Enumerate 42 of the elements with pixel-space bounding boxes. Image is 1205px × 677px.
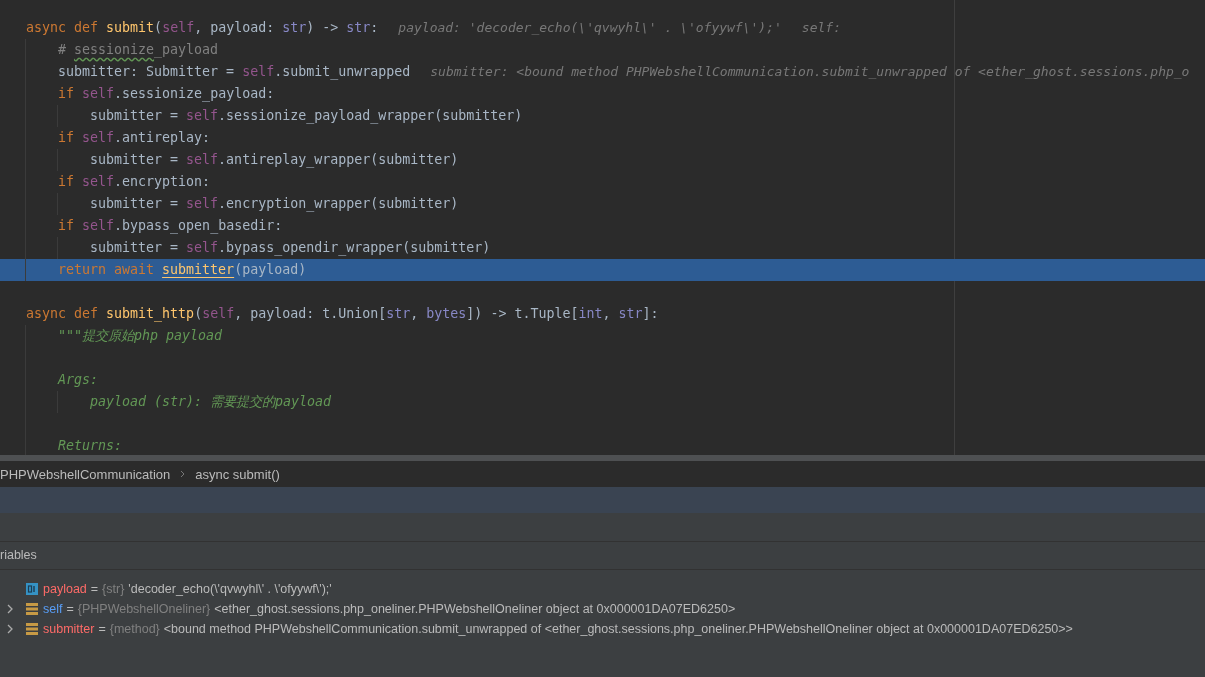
code-line: submitter = self.bypass_opendir_wrapper(submitter)	[90, 239, 491, 258]
code-line: async def submit_http(self, payload: t.Union[str, bytes]) -> t.Tuple[int, str]:	[26, 305, 659, 324]
variable-name: payload	[43, 582, 87, 596]
variable-value: <ether_ghost.sessions.php_oneliner.PHPWebshellOneliner object at 0x000001DA07ED6250>	[214, 602, 736, 616]
object-stack-icon	[26, 603, 38, 615]
variable-row[interactable]: self = {PHPWebshellOneliner} <ether_ghost.sessions.php_oneliner.PHPWebshellOneliner object at 0x000001DA07ED6250>	[0, 599, 1205, 619]
inline-value-hint: payload: 'decoder_echo(\'qvwyhl\' . \'ofyywf\');'	[398, 19, 782, 37]
variable-value: 'decoder_echo(\'qvwyhl\' . \'ofyywf\');'	[128, 582, 332, 596]
equals-sign: =	[98, 622, 106, 636]
code-line: payload (str): 需要提交的payload	[90, 393, 332, 411]
code-line: submitter = self.sessionize_payload_wrapper(submitter)	[90, 107, 523, 126]
code-line: Args:	[58, 371, 99, 389]
code-line: return await submitter(payload)	[58, 261, 307, 279]
code-line: """提交原始php payload	[58, 327, 223, 345]
variable-type: {method}	[109, 622, 160, 636]
inline-value-hint: submitter: <bound method PHPWebshellCommunication.submit_unwrapped of <ether_ghost.sessions.php_o	[430, 63, 1190, 81]
code-line: async def submit(self, payload: str) -> str:	[26, 19, 379, 37]
variable-name: submitter	[43, 622, 95, 636]
object-stack-icon	[26, 623, 38, 635]
breadcrumb-item[interactable]: async submit()	[195, 466, 280, 482]
inline-value-hint: self:	[801, 19, 841, 37]
panel-title: riables	[0, 548, 37, 562]
equals-sign: =	[90, 582, 99, 596]
code-line: submitter = self.encryption_wrapper(submitter)	[90, 195, 459, 214]
equals-sign: =	[66, 602, 74, 616]
variable-row[interactable]: submitter = {method} <bound method PHPWebshellCommunication.submit_unwrapped of <ether_ghost.sessions.php_oneliner.PHPWebshellOneliner object at 0x000001DA07ED6250>>	[0, 619, 1205, 639]
code-line: if self.bypass_open_basedir:	[58, 217, 283, 236]
code-line: if self.encryption:	[58, 173, 211, 191]
variable-type: {str}	[102, 582, 125, 596]
code-line: if self.antireplay:	[58, 129, 211, 147]
code-line: # sessionize_payload	[58, 41, 219, 60]
chevron-right-icon	[180, 470, 186, 478]
variable-type: {PHPWebshellOneliner}	[77, 602, 211, 616]
primitive-value-icon	[26, 583, 38, 595]
breadcrumb-item[interactable]: PHPWebshellCommunication	[0, 466, 171, 482]
code-line: submitter: Submitter = self.submit_unwrapped	[58, 63, 411, 82]
code-line: if self.sessionize_payload:	[58, 85, 275, 104]
code-line: submitter = self.antireplay_wrapper(submitter)	[90, 151, 459, 170]
variable-name: self	[43, 602, 63, 616]
variable-value: <bound method PHPWebshellCommunication.submit_unwrapped of <ether_ghost.sessions.php_oneliner.PHPWebshellOneliner object at 0x000001DA07ED6250>>	[163, 622, 1073, 636]
code-line: Returns:	[58, 437, 123, 455]
variable-row[interactable]: payload = {str} 'decoder_echo(\'qvwyhl\' . \'ofyywf\');'	[0, 579, 1205, 599]
